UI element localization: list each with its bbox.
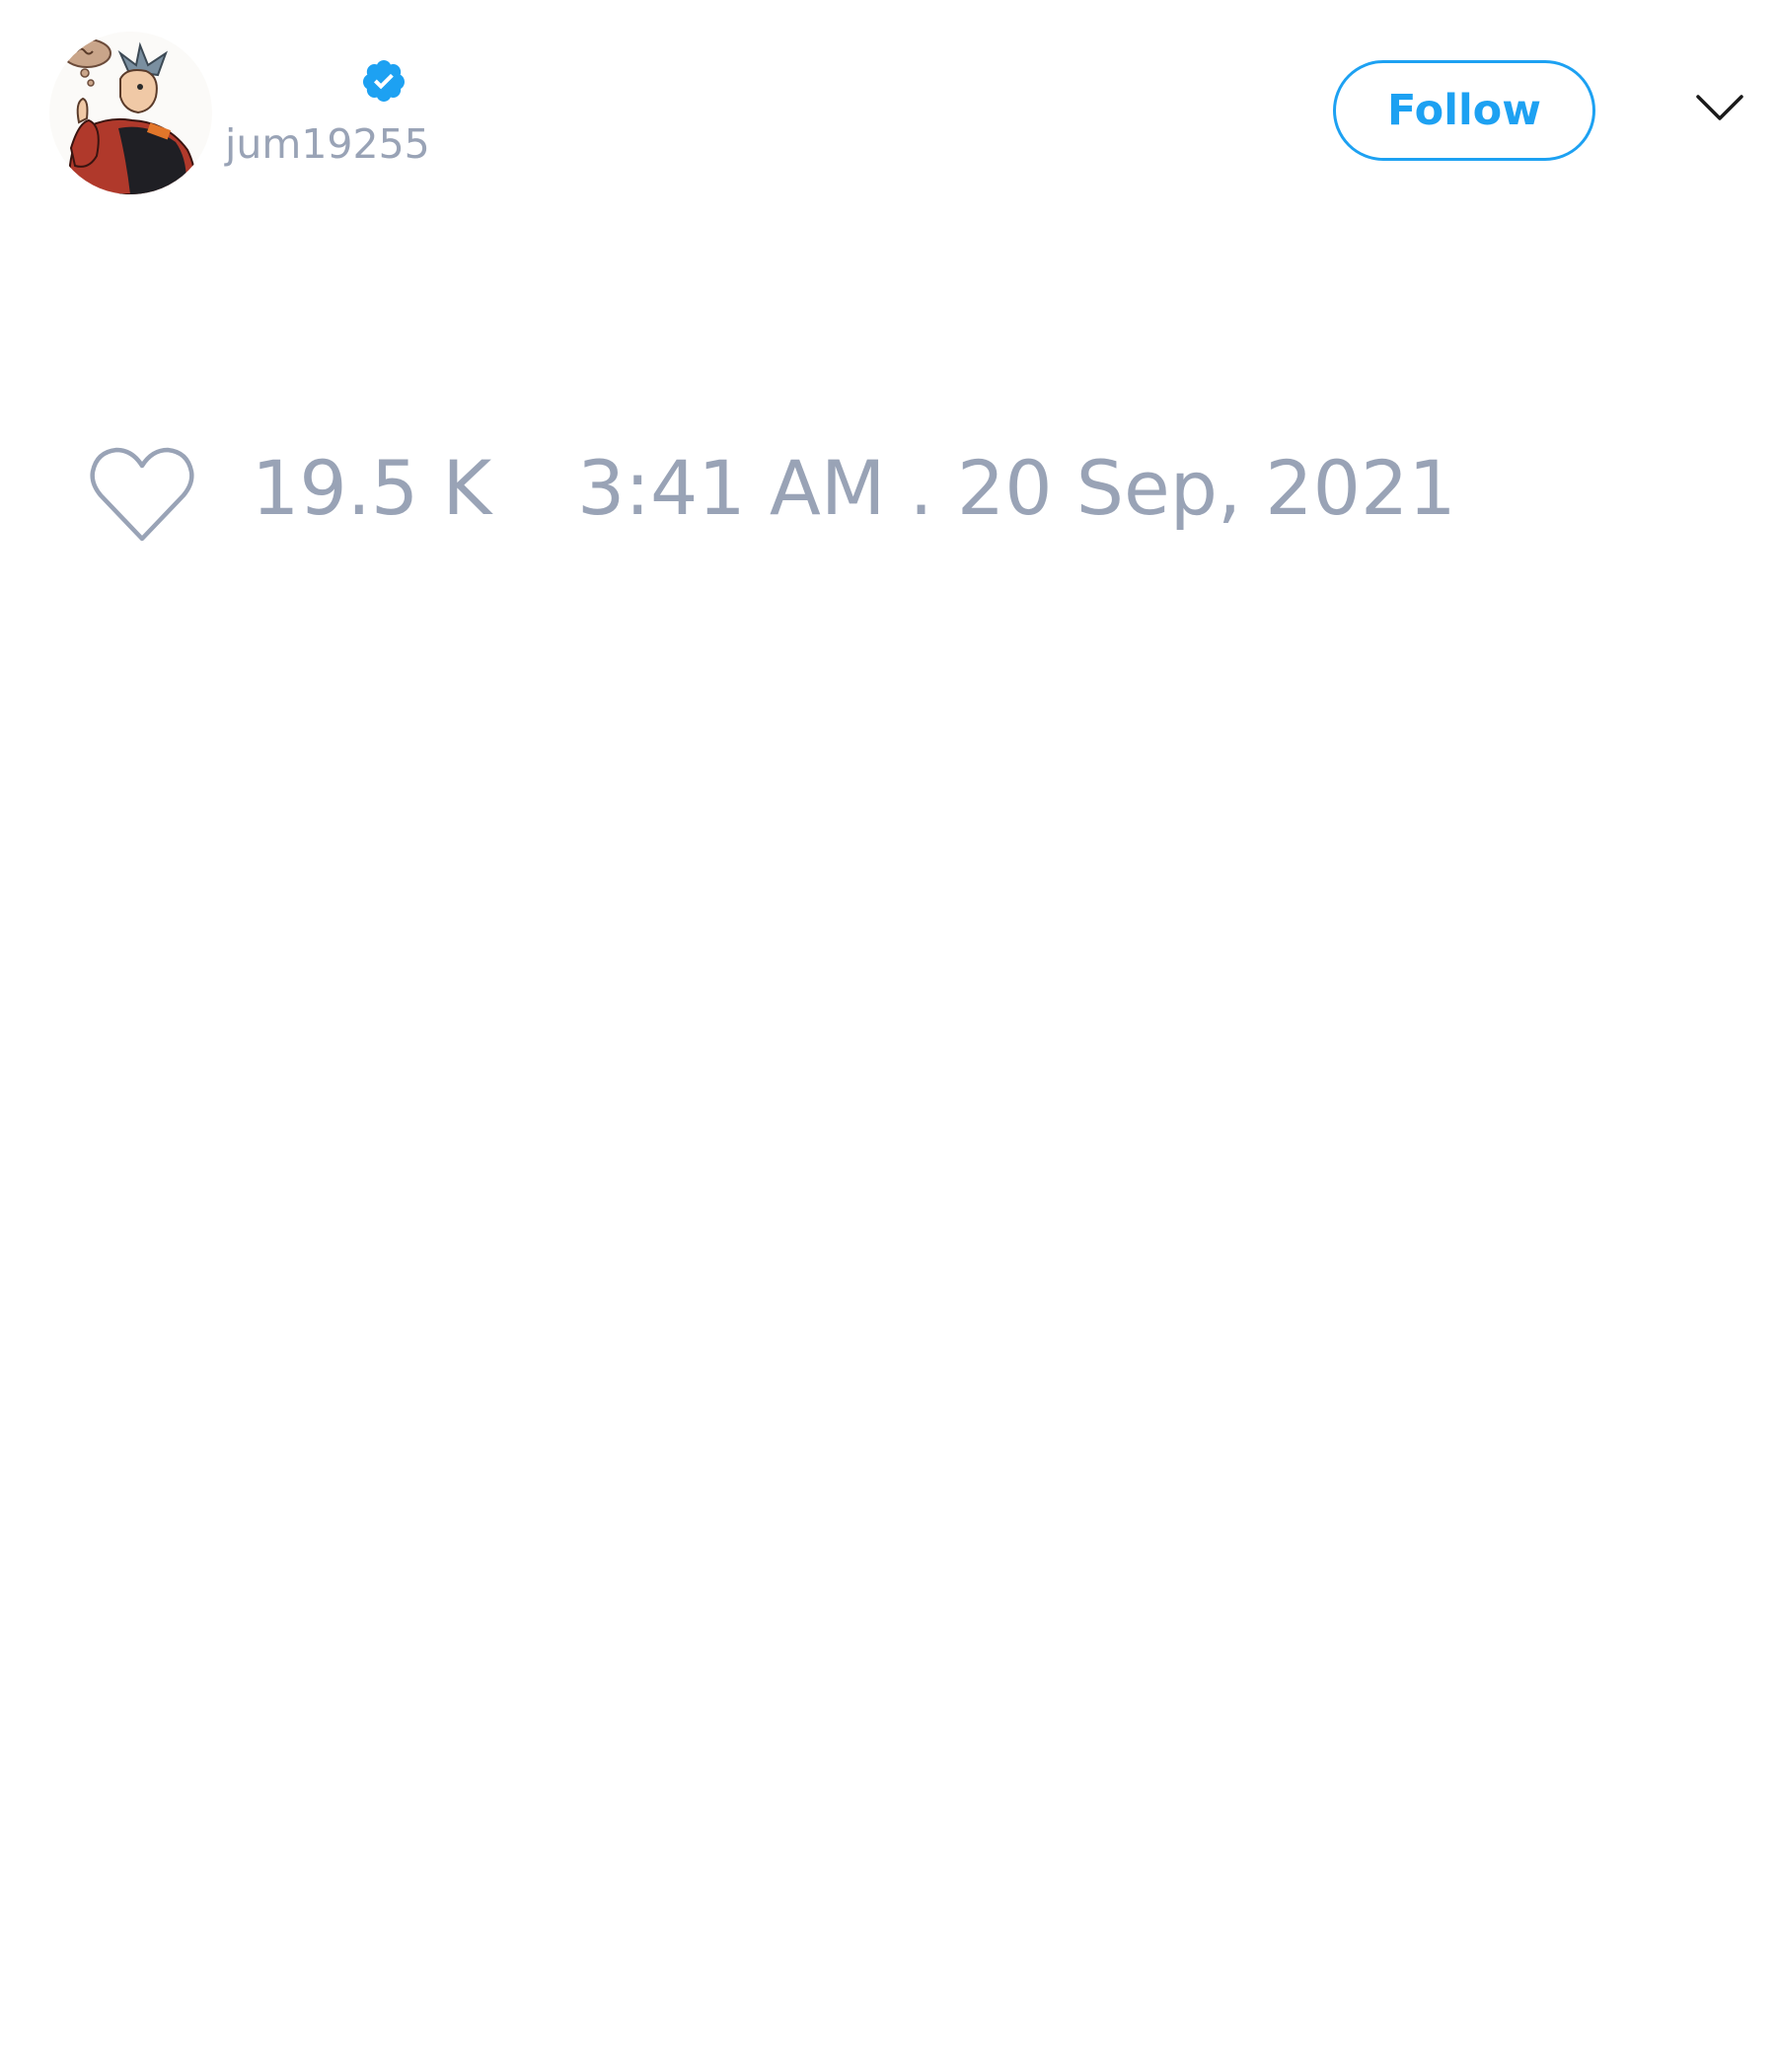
user-handle[interactable]: jum19255: [225, 124, 430, 165]
heart-outline-icon[interactable]: [89, 446, 195, 545]
follow-button[interactable]: Follow: [1333, 60, 1595, 161]
cartoon-avatar-icon: [49, 32, 212, 194]
tweet-timestamp[interactable]: 3:41 AM . 20 Sep, 2021: [577, 451, 1456, 526]
verified-badge-icon: [360, 57, 407, 105]
like-count: 19.5 K: [252, 444, 492, 532]
avatar[interactable]: [49, 32, 212, 194]
chevron-down-icon[interactable]: [1695, 91, 1744, 126]
